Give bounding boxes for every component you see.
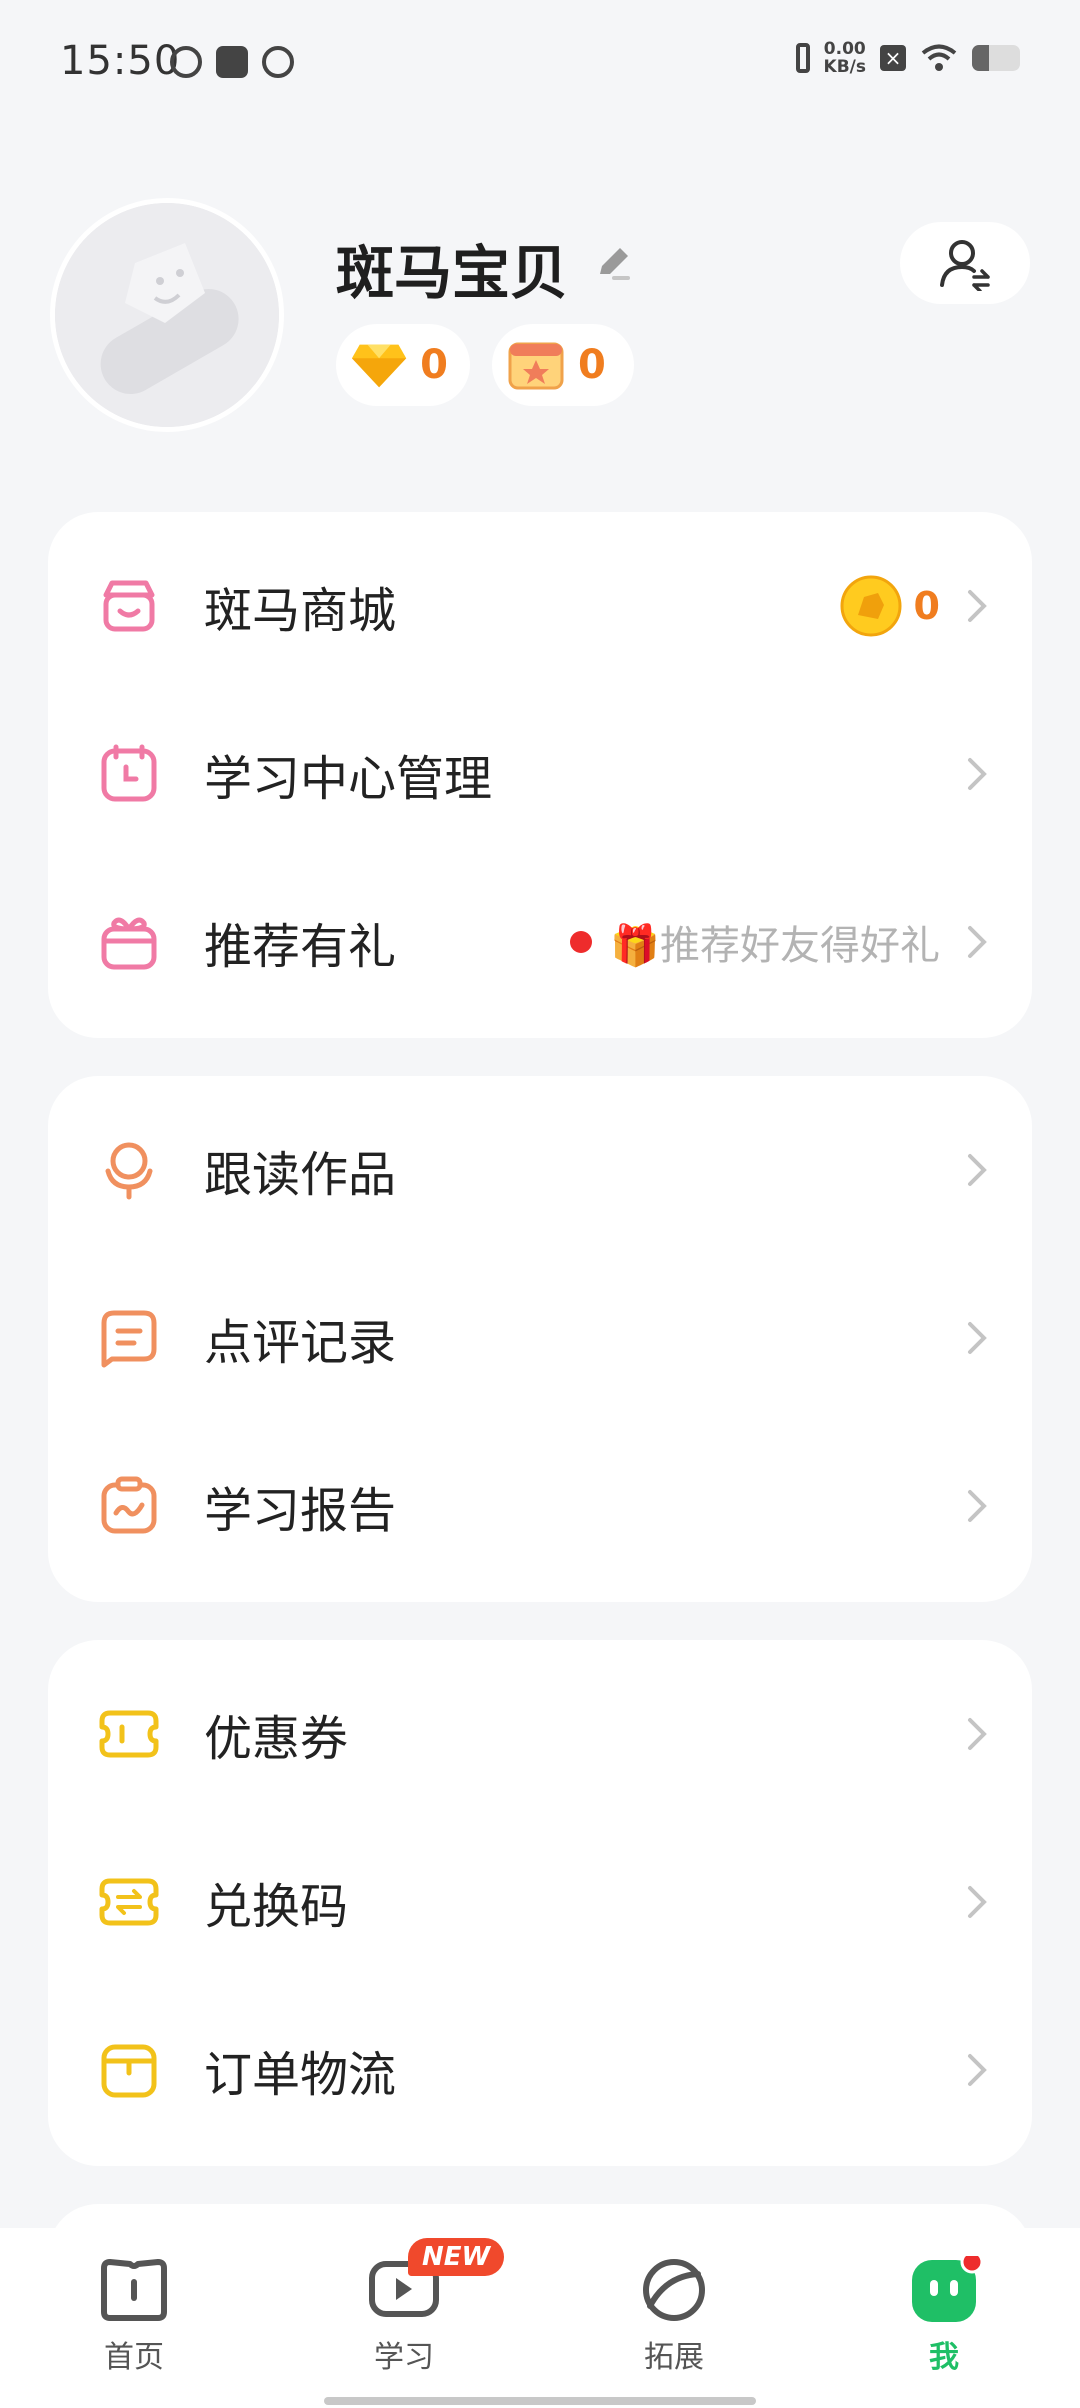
unread-dot <box>570 931 593 953</box>
package-icon <box>101 2044 157 2098</box>
menu-item-label: 兑换码 <box>204 1879 349 1935</box>
net-speed: 0.00 KB/s <box>824 40 866 76</box>
diamond-icon <box>351 344 407 388</box>
menu-card-learning: 跟读作品 点评记录 学习报告 <box>48 1076 1032 1602</box>
coupon-icon <box>99 1710 159 1758</box>
menu-item-learning-center[interactable]: 学习中心管理 <box>48 690 1032 858</box>
me-face-icon <box>912 2250 984 2322</box>
menu-item-read-along[interactable]: 跟读作品 <box>48 1086 1032 1254</box>
notification-app-icon <box>262 46 294 78</box>
nav-home[interactable]: 首页 <box>54 2256 214 2376</box>
zebra-coin-icon <box>840 575 902 637</box>
menu-item-shop[interactable]: 斑马商城 0 <box>48 522 1032 690</box>
nav-label: 拓展 <box>644 2340 704 2375</box>
chevron-right-icon <box>968 1886 987 1918</box>
menu-item-reviews[interactable]: 点评记录 <box>48 1254 1032 1422</box>
chevron-right-icon <box>968 1490 987 1522</box>
microphone-icon <box>105 1142 153 1200</box>
menu-item-label: 学习报告 <box>204 1483 397 1539</box>
gift-box-balance[interactable]: 0 <box>492 324 634 406</box>
diamond-balance[interactable]: 0 <box>336 324 470 406</box>
shop-icon <box>103 580 155 632</box>
gift-box-icon <box>508 342 564 390</box>
diamond-count: 0 <box>420 342 448 388</box>
report-icon <box>101 1476 157 1534</box>
chevron-right-icon <box>968 1322 987 1354</box>
battery-icon <box>972 45 1020 71</box>
bottom-nav: 首页 学习 拓展 我 <box>0 2228 1080 2408</box>
menu-item-label: 跟读作品 <box>204 1147 397 1203</box>
net-speed-unit: KB/s <box>823 57 866 77</box>
menu-item-label: 订单物流 <box>204 2047 397 2103</box>
status-time: 15:50 <box>60 38 181 84</box>
menu-item-label: 斑马商城 <box>204 583 397 639</box>
menu-item-referral[interactable]: 推荐有礼 🎁推荐好友得好礼 <box>48 858 1032 1026</box>
referral-hint-text: 🎁推荐好友得好礼 <box>610 923 940 969</box>
menu-item-redeem-code[interactable]: 兑换码 <box>48 1818 1032 1986</box>
status-system-icons: 0.00 KB/s × <box>795 40 1020 76</box>
wifi-icon <box>921 44 957 71</box>
nav-label: 首页 <box>104 2340 164 2375</box>
menu-item-label: 学习中心管理 <box>204 751 493 807</box>
status-notification-icons <box>170 46 294 78</box>
referral-hint: 🎁推荐好友得好礼 <box>570 913 940 971</box>
new-badge: NEW <box>408 2238 505 2276</box>
comment-icon <box>101 1310 157 1368</box>
switch-account-button[interactable] <box>900 222 1030 304</box>
gift-box-count: 0 <box>578 342 606 388</box>
chevron-right-icon <box>968 926 987 958</box>
menu-item-coupons[interactable]: 优惠券 <box>48 1650 1032 1818</box>
chevron-right-icon <box>968 1154 987 1186</box>
menu-item-label: 点评记录 <box>204 1315 397 1371</box>
chevron-right-icon <box>968 1718 987 1750</box>
nav-label: 学习 <box>374 2340 434 2375</box>
exchange-icon <box>99 1878 159 1926</box>
home-indicator[interactable] <box>324 2397 756 2405</box>
no-sim-icon: × <box>880 45 906 71</box>
nickname: 斑马宝贝 <box>336 239 569 307</box>
chevron-right-icon <box>968 590 987 622</box>
menu-card-orders: 优惠券 兑换码 订单物流 <box>48 1640 1032 2166</box>
menu-item-order-logistics[interactable]: 订单物流 <box>48 1986 1032 2154</box>
coin-count: 0 <box>913 584 940 628</box>
coin-balance: 0 <box>840 575 940 637</box>
calendar-clock-icon <box>101 744 157 802</box>
chevron-right-icon <box>968 2054 987 2086</box>
zebra-avatar-icon <box>55 203 279 427</box>
chevron-right-icon <box>968 758 987 790</box>
nav-explore[interactable]: 拓展 <box>594 2256 754 2376</box>
gift-icon <box>101 917 157 970</box>
switch-user-icon <box>940 240 990 291</box>
notification-app-icon <box>170 46 202 78</box>
status-bar: 15:50 0.00 KB/s × <box>0 0 1080 125</box>
menu-item-label: 优惠券 <box>204 1711 349 1767</box>
menu-card-shop: 斑马商城 0 学习中心管理 推荐有礼 🎁推荐好友得好礼 <box>48 512 1032 1038</box>
notification-app-icon <box>216 46 248 78</box>
nav-label: 我 <box>929 2340 959 2375</box>
planet-icon <box>643 2259 705 2321</box>
nav-me[interactable]: 我 <box>864 2250 1024 2376</box>
net-speed-value: 0.00 <box>823 39 866 59</box>
edit-nickname-icon[interactable] <box>592 240 636 284</box>
menu-item-report[interactable]: 学习报告 <box>48 1422 1032 1590</box>
vibrate-icon <box>795 43 810 73</box>
menu-item-label: 推荐有礼 <box>204 919 397 975</box>
book-icon <box>101 2259 167 2321</box>
avatar[interactable] <box>50 198 284 432</box>
